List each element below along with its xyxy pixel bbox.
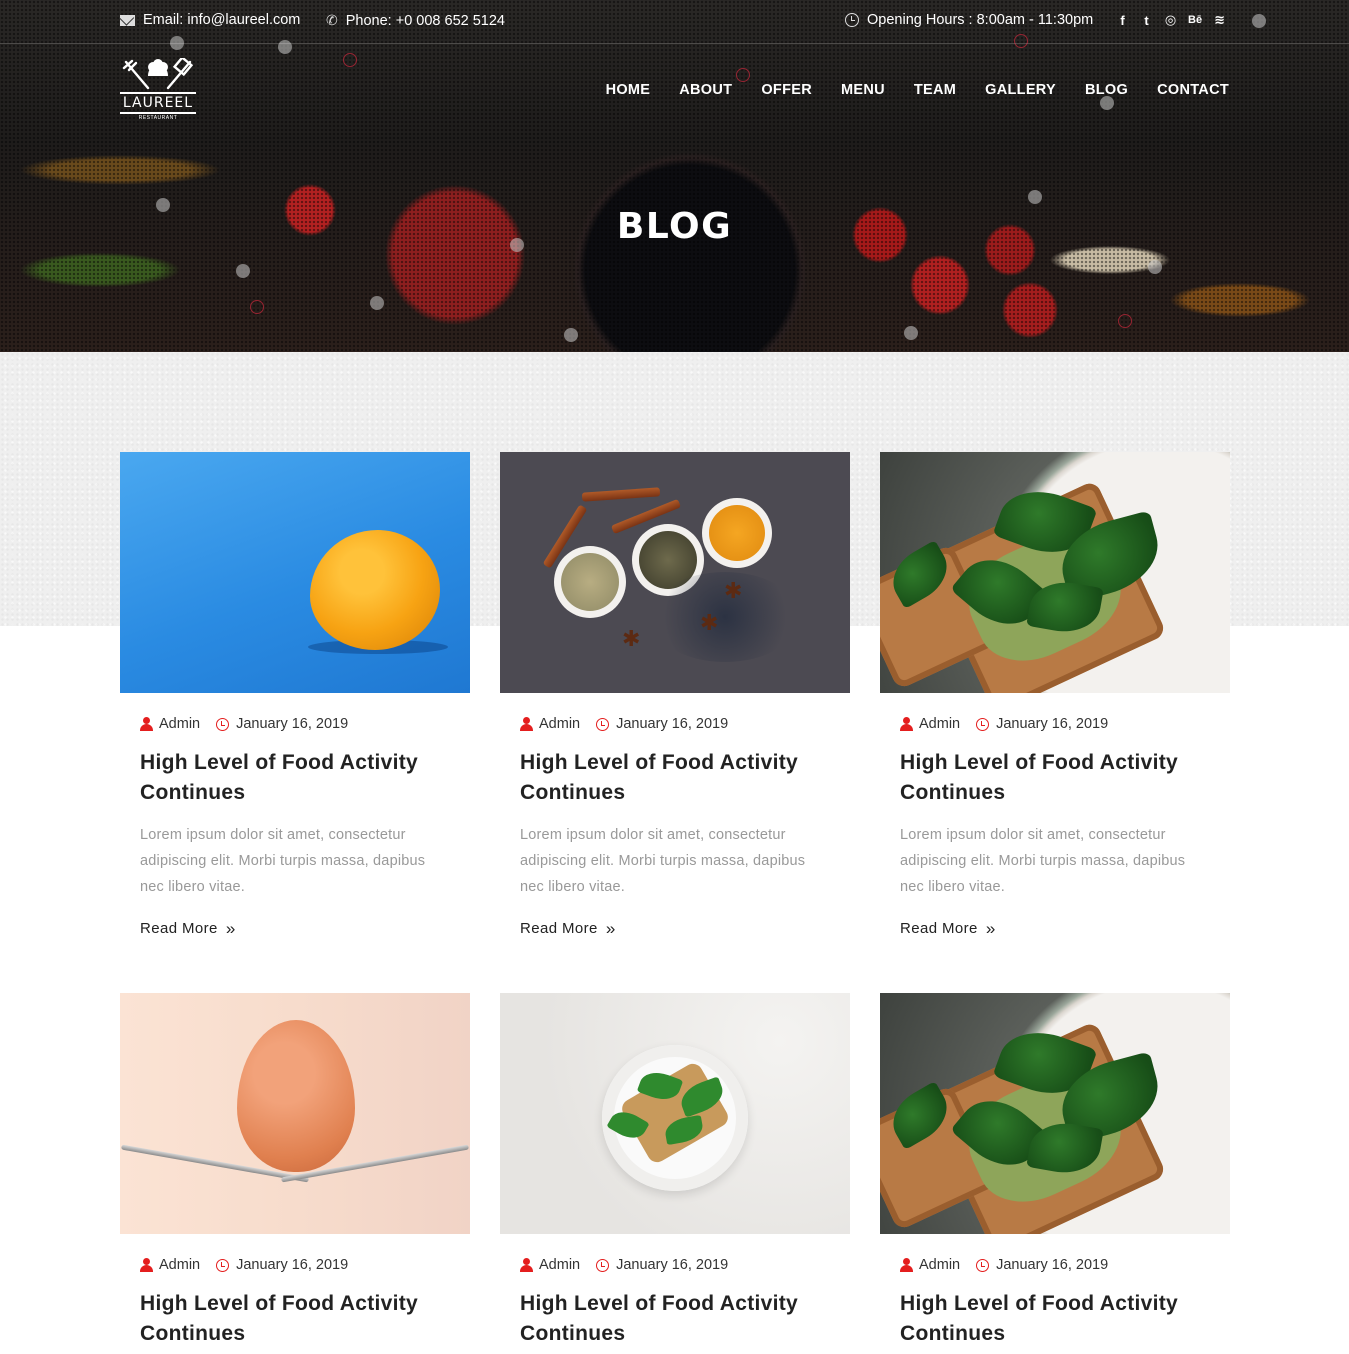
twitter-icon[interactable]: t	[1140, 13, 1153, 28]
post-title[interactable]: High Level of Food Activity Continues	[140, 748, 440, 808]
facebook-icon[interactable]: f	[1116, 13, 1129, 28]
page-title: BLOG	[616, 206, 733, 247]
post-date: January 16, 2019	[616, 716, 729, 732]
post-meta: Admin January 16, 2019	[140, 716, 348, 732]
site-logo[interactable]: LAUREEL RESTAURANT	[120, 58, 196, 124]
clock-icon	[845, 13, 859, 27]
read-more-link[interactable]: Read More»	[140, 920, 236, 937]
post-excerpt: Lorem ipsum dolor sit amet, consectetur …	[140, 827, 426, 895]
post-excerpt: Lorem ipsum dolor sit amet, consectetur …	[900, 827, 1186, 895]
dribbble-icon[interactable]: ◎	[1164, 12, 1177, 28]
post-meta: Admin January 16, 2019	[900, 1257, 1108, 1273]
post-date: January 16, 2019	[236, 716, 349, 732]
nav-home[interactable]: HOME	[606, 82, 651, 98]
read-more-link[interactable]: Read More»	[900, 920, 996, 937]
behance-icon[interactable]: Bē	[1188, 14, 1202, 26]
post-image-spinach-toast[interactable]	[880, 452, 1230, 693]
logo-name: LAUREEL	[120, 92, 196, 114]
nav-menu[interactable]: MENU	[841, 82, 885, 98]
post-meta: Admin January 16, 2019	[140, 1257, 348, 1273]
clock-icon	[596, 1258, 610, 1272]
nav-about[interactable]: ABOUT	[679, 82, 732, 98]
post-image-lemon[interactable]	[120, 452, 470, 693]
post-meta: Admin January 16, 2019	[520, 716, 728, 732]
post-date: January 16, 2019	[236, 1257, 349, 1273]
user-icon	[140, 1258, 153, 1272]
user-icon	[520, 1258, 533, 1272]
post-author[interactable]: Admin	[159, 716, 200, 732]
post-meta: Admin January 16, 2019	[900, 716, 1108, 732]
post-title[interactable]: High Level of Food Activity Continues	[900, 748, 1200, 808]
clock-icon	[976, 717, 990, 731]
post-date: January 16, 2019	[616, 1257, 729, 1273]
nav-blog[interactable]: BLOG	[1085, 82, 1128, 98]
blog-card: Admin January 16, 2019 High Level of Foo…	[880, 993, 1230, 1345]
post-image-toast-plate[interactable]	[500, 993, 850, 1234]
user-icon	[900, 1258, 913, 1272]
hero-banner	[0, 0, 1349, 352]
social-links: f t ◎ Bē ≋	[1116, 12, 1226, 28]
phone-info[interactable]: ✆ Phone: +0 008 652 5124	[326, 12, 505, 29]
email-info[interactable]: Email: info@laureel.com	[120, 12, 300, 28]
opening-hours: Opening Hours : 8:00am - 11:30pm	[845, 12, 1093, 28]
chef-utensils-icon	[122, 58, 194, 90]
post-date: January 16, 2019	[996, 716, 1109, 732]
nav-contact[interactable]: CONTACT	[1157, 82, 1229, 98]
post-author[interactable]: Admin	[159, 1257, 200, 1273]
post-title[interactable]: High Level of Food Activity Continues	[900, 1289, 1200, 1349]
clock-icon	[216, 717, 230, 731]
double-chevron-right-icon: »	[605, 919, 616, 938]
double-chevron-right-icon: »	[225, 919, 236, 938]
user-icon	[900, 717, 913, 731]
read-more-link[interactable]: Read More»	[520, 920, 616, 937]
user-icon	[140, 717, 153, 731]
user-icon	[520, 717, 533, 731]
logo-tagline: RESTAURANT	[138, 115, 178, 121]
clock-icon	[216, 1258, 230, 1272]
clock-icon	[976, 1258, 990, 1272]
nav-team[interactable]: TEAM	[914, 82, 956, 98]
blog-card: Admin January 16, 2019 High Level of Foo…	[120, 993, 470, 1345]
post-author[interactable]: Admin	[919, 1257, 960, 1273]
post-image-spices[interactable]: ✱ ✱ ✱	[500, 452, 850, 693]
post-author[interactable]: Admin	[539, 716, 580, 732]
main-navigation: HOME ABOUT OFFER MENU TEAM GALLERY BLOG …	[606, 82, 1229, 98]
blog-card: Admin January 16, 2019 High Level of Foo…	[880, 452, 1230, 937]
post-title[interactable]: High Level of Food Activity Continues	[520, 748, 820, 808]
blog-card: Admin January 16, 2019 High Level of Foo…	[500, 993, 850, 1345]
post-excerpt: Lorem ipsum dolor sit amet, consectetur …	[520, 827, 806, 895]
blog-card: ✱ ✱ ✱ Admin January 16, 2019 High Level …	[500, 452, 850, 937]
blog-card: Admin January 16, 2019 High Level of Foo…	[120, 452, 470, 937]
post-title[interactable]: High Level of Food Activity Continues	[140, 1289, 440, 1349]
post-image-egg-on-forks[interactable]	[120, 993, 470, 1234]
post-date: January 16, 2019	[996, 1257, 1109, 1273]
clock-icon	[596, 717, 610, 731]
post-image-spinach-toast[interactable]	[880, 993, 1230, 1234]
nav-gallery[interactable]: GALLERY	[985, 82, 1056, 98]
post-author[interactable]: Admin	[539, 1257, 580, 1273]
post-author[interactable]: Admin	[919, 716, 960, 732]
post-title[interactable]: High Level of Food Activity Continues	[520, 1289, 820, 1349]
double-chevron-right-icon: »	[985, 919, 996, 938]
rss-icon[interactable]: ≋	[1213, 12, 1226, 28]
nav-offer[interactable]: OFFER	[761, 82, 812, 98]
top-info-bar: Email: info@laureel.com ✆ Phone: +0 008 …	[0, 0, 1349, 44]
mail-icon	[120, 14, 135, 26]
phone-icon: ✆	[326, 12, 338, 28]
post-meta: Admin January 16, 2019	[520, 1257, 728, 1273]
